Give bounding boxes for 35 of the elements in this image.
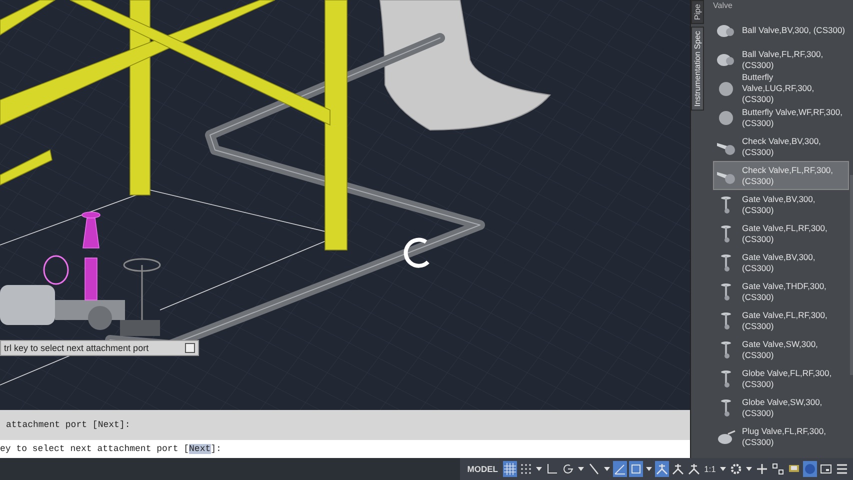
butterfly-valve-icon [716,80,736,98]
tool-palette-item[interactable]: Gate Valve,SW,300, (CS300) [713,335,849,364]
tool-palette-item[interactable]: Gate Valve,BV,300, (CS300) [713,248,849,277]
plug-valve-icon [716,428,736,446]
tool-palette-item[interactable]: Globe Valve,FL,RF,300, (CS300) [713,364,849,393]
model-tab[interactable]: MODEL [464,464,501,474]
tool-palette-item[interactable]: Ball Valve,FL,RF,300, (CS300) [713,45,849,74]
annotation-icon[interactable] [671,461,685,477]
palette-tab[interactable]: Instrumentation Spec [691,27,704,111]
tool-palette-item[interactable]: Check Valve,BV,300, (CS300) [713,132,849,161]
command-history-text: attachment port [Next]: [6,420,130,430]
tool-palette-item[interactable]: Butterfly Valve,WF,RF,300, (CS300) [713,103,849,132]
port-marker-icon [404,238,430,268]
tool-palette-item[interactable]: Gate Valve,THDF,300, (CS300) [713,277,849,306]
nodes-icon[interactable] [771,461,785,477]
slash-icon[interactable] [587,461,601,477]
tool-palette-item[interactable]: Gate Valve,FL,RF,300, (CS300) [713,219,849,248]
tool-palette-item[interactable]: Check Valve,FL,RF,300, (CS300) [713,161,849,190]
tool-palette-item[interactable]: Globe Valve,SW,300, (CS300) [713,393,849,422]
expand-icon[interactable] [184,343,195,353]
settings-icon[interactable] [729,461,743,477]
scale-button[interactable]: 1:1 [703,461,717,477]
tool-palette-item[interactable]: Ball Valve,BV,300, (CS300) [713,16,849,45]
butterfly-valve-icon [716,108,736,126]
tool-palette-item[interactable]: Plug Valve,FL,RF,300, (CS300) [713,422,849,451]
tool-palette-item[interactable]: Butterfly Valve,LUG,RF,300, (CS300) [713,74,849,103]
category-header: Valve [713,1,734,10]
tooltip-text: trl key to select next attachment port [4,343,149,353]
annotation-icon[interactable] [687,461,701,477]
palette-tab[interactable]: Pipe [691,0,704,24]
tool-palette-item[interactable]: Gate Valve,BV,300, (CS300) [713,190,849,219]
plus-icon[interactable] [755,461,769,477]
command-prompt: ey to select next attachment port [Next]: [0,444,222,454]
dot-grid-icon[interactable] [519,461,533,477]
tool-palette-item[interactable]: Gate Valve,FL,RF,300, (CS300) [713,306,849,335]
